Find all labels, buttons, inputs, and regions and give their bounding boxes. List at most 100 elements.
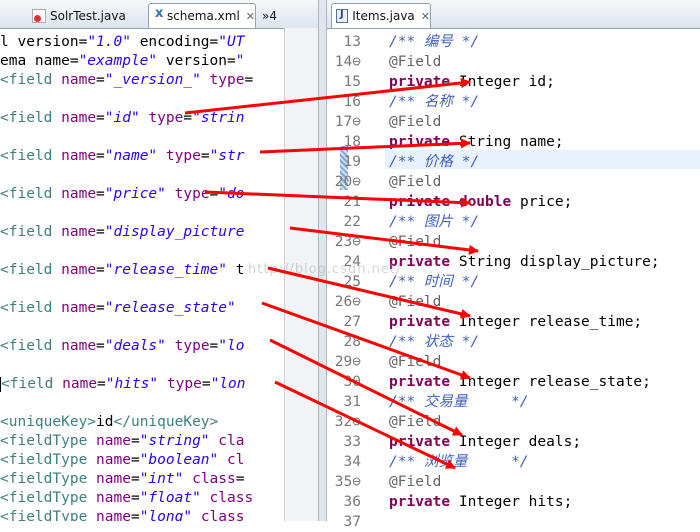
code-token: double (458, 194, 512, 210)
code-token: = (201, 376, 211, 392)
code-token: = (96, 338, 105, 354)
tab-solrtest-java[interactable]: SolrTest.java (32, 3, 146, 28)
code-token: = (130, 471, 140, 487)
line-number: 15 (343, 74, 361, 90)
code-token: @Field (389, 294, 442, 310)
line-number: 21 (343, 194, 361, 210)
code-token: = (97, 376, 106, 392)
line-number: 14⊖ (334, 54, 361, 70)
code-token: cl (227, 452, 245, 468)
line-number: 17⊖ (334, 114, 361, 130)
code-token: = (78, 34, 88, 50)
code-token: @Field (389, 54, 442, 70)
code-token: /** 价格 */ (389, 154, 480, 170)
code-line: <field name="deals" type="lo (0, 337, 318, 356)
code-token: = (96, 224, 105, 240)
code-line: 33 private Integer deals; (327, 433, 700, 452)
tab-label: schema.xml (166, 9, 240, 23)
tab-schema-xml[interactable]: schema.xml ✕ (148, 3, 256, 28)
code-token: name (61, 72, 97, 88)
java-error-file-icon (32, 8, 46, 23)
close-icon[interactable]: ✕ (246, 10, 255, 23)
close-icon[interactable]: ✕ (421, 10, 430, 23)
code-token: class (200, 509, 245, 521)
code-token: type (209, 72, 245, 88)
code-token: version (157, 53, 227, 69)
line-number: 19 (343, 154, 361, 170)
code-line: 30 private Integer release_state; (327, 373, 700, 392)
tab-label: Items.java (352, 9, 415, 23)
code-token: Integer release_state; (450, 374, 651, 390)
code-token: = (200, 148, 210, 164)
code-line: 16 /** 名称 */ (327, 93, 700, 112)
code-token: <fieldType (0, 490, 88, 506)
code-token: /** 浏览量 */ (389, 454, 529, 470)
code-token: @Field (389, 354, 442, 370)
right-tab-bar: Items.java ✕ (327, 0, 700, 29)
tab-items-java[interactable]: Items.java ✕ (331, 3, 431, 28)
code-token: "display_picture (104, 224, 245, 240)
code-token: <field (0, 262, 53, 278)
code-token: "price" (104, 186, 166, 202)
line-number: 20⊖ (334, 174, 361, 190)
line-number: 18 (343, 134, 361, 150)
code-token: "hits" (105, 376, 159, 392)
code-token: name (61, 224, 97, 240)
code-token: " (235, 53, 245, 69)
code-token: "release_state" (104, 300, 236, 316)
line-number: 27 (343, 314, 361, 330)
line-number: 36 (343, 494, 361, 510)
code-token: Integer deals; (450, 434, 582, 450)
code-token: private (389, 74, 451, 90)
line-number: 28 (343, 334, 361, 350)
code-token: = (96, 186, 105, 202)
code-token: ema name (0, 53, 70, 69)
code-token: = (96, 300, 105, 316)
code-token: private (389, 194, 451, 210)
more-tabs-button[interactable]: »4 (262, 3, 292, 28)
code-line: <fieldType name="string" cla (0, 432, 318, 451)
code-token: type (148, 110, 184, 126)
code-token: "id" (104, 110, 140, 126)
code-line: <fieldType name="int" class= (0, 470, 318, 489)
code-token: @Field (389, 114, 442, 130)
code-token: = (130, 509, 140, 521)
code-token: = (209, 338, 219, 354)
code-line: l version="1.0" encoding="UT (0, 33, 318, 52)
code-token: "name" (104, 148, 158, 164)
code-token: /** 交易量 */ (389, 394, 529, 410)
line-number: 29⊖ (334, 354, 361, 370)
code-token: name (96, 433, 131, 449)
code-token: /** 编号 */ (389, 34, 480, 50)
code-token: "release_time" (104, 262, 227, 278)
code-line: 13 /** 编号 */ (327, 33, 700, 52)
pane-divider[interactable] (318, 0, 327, 521)
code-token: name (96, 452, 131, 468)
code-token: private (389, 434, 451, 450)
code-token: /** 状态 */ (389, 334, 480, 350)
line-number: 13 (343, 34, 361, 50)
code-token: "int" (139, 471, 184, 487)
code-token: = (183, 110, 193, 126)
code-token: name (61, 186, 97, 202)
code-token: private (389, 374, 451, 390)
code-token: name (61, 148, 97, 164)
